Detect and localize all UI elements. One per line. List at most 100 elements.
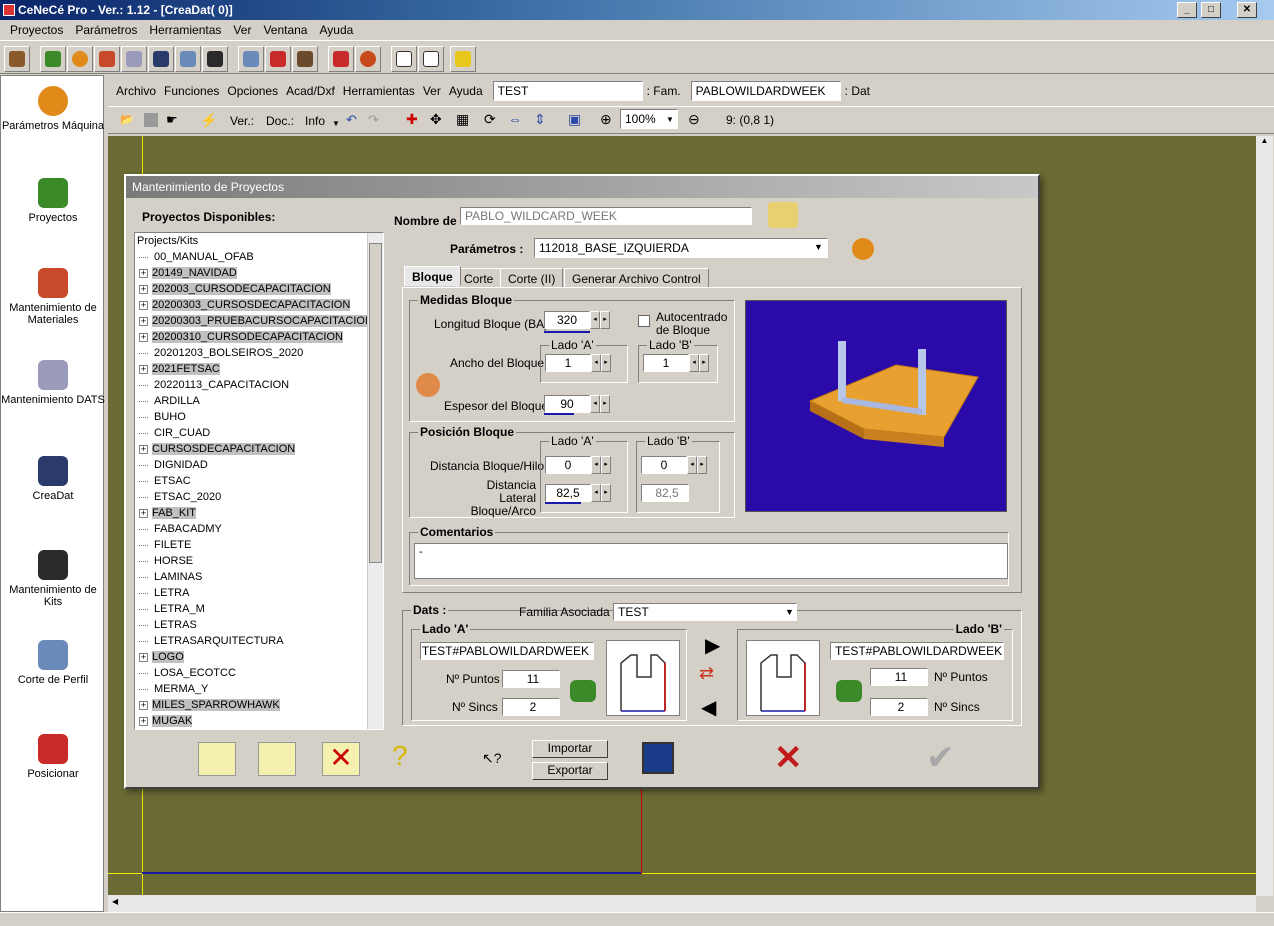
tree-item[interactable]: LETRASARQUITECTURA [135, 633, 284, 649]
materials-button[interactable] [94, 46, 120, 72]
expand-icon[interactable]: + [139, 284, 148, 294]
spin-left-icon[interactable]: ◂ [590, 311, 600, 329]
zoom-in-icon[interactable]: ⊕ [600, 111, 612, 128]
menu-ver-inner[interactable]: Ver [419, 84, 445, 98]
stop-icon[interactable] [144, 113, 158, 127]
hand-icon[interactable]: ☛ [166, 112, 178, 128]
copy-project-icon[interactable] [258, 742, 296, 776]
spin-right-icon[interactable]: ▸ [699, 354, 709, 372]
dist-a-value[interactable]: 0 [545, 456, 591, 474]
sidebar-item-parametros[interactable]: Parámetros Máquina [1, 86, 105, 132]
window-button[interactable] [391, 46, 417, 72]
spin-left-icon[interactable]: ◂ [689, 354, 699, 372]
params-button[interactable] [67, 46, 93, 72]
spin-left-icon[interactable]: ◂ [591, 484, 601, 502]
menu-proyectos[interactable]: Proyectos [4, 23, 69, 37]
ancho-a-spinner[interactable]: 1 ◂ ▸ [545, 354, 611, 372]
longitud-value[interactable]: 320 [544, 311, 590, 329]
longitud-spinner[interactable]: 320 ◂ ▸ [544, 311, 610, 329]
sidebar-item-posicionar[interactable]: Posicionar [1, 734, 105, 780]
tree-item[interactable]: 20220113_CAPACITACION [135, 377, 289, 393]
tree-item[interactable]: + FAB_KIT [135, 505, 197, 521]
tree-item[interactable]: LETRAS [135, 617, 197, 633]
tree-item[interactable]: MERMA_Y [135, 681, 208, 697]
expand-icon[interactable]: + [139, 700, 148, 710]
tab-corte-ii[interactable]: Corte (II) [500, 268, 564, 288]
spin-right-icon[interactable]: ▸ [601, 354, 611, 372]
home-button[interactable] [292, 46, 318, 72]
espesor-slider[interactable] [544, 413, 574, 415]
ancho-b-value[interactable]: 1 [643, 354, 689, 372]
undo-icon[interactable]: ↶ [346, 112, 357, 128]
tree-item[interactable]: + MILES_SPARROWHAWK [135, 697, 280, 713]
sidebar-item-kits[interactable]: Mantenimiento de Kits [1, 550, 105, 608]
tab-corte[interactable]: Corte [456, 268, 502, 288]
zoom-out-icon[interactable]: ⊖ [688, 111, 700, 128]
ancho-b-spinner[interactable]: 1 ◂ ▸ [643, 354, 709, 372]
expand-icon[interactable]: + [139, 316, 148, 326]
context-help-icon[interactable]: ↖? [482, 750, 502, 767]
expand-icon[interactable]: + [139, 364, 148, 374]
help-button[interactable] [450, 46, 476, 72]
lat-a-slider[interactable] [545, 502, 581, 504]
kits-button[interactable] [202, 46, 228, 72]
rotate-icon[interactable]: ⟳ [484, 111, 496, 128]
crosshair-icon[interactable]: ✚ [406, 111, 418, 128]
sidebar-item-materiales[interactable]: Mantenimiento de Materiales [1, 268, 105, 326]
swap-icon[interactable]: ⇄ [699, 663, 714, 684]
accept-icon[interactable]: ✔ [926, 738, 955, 778]
tree-item[interactable]: HORSE [135, 553, 193, 569]
mirror-v-icon[interactable]: ⇕ [534, 111, 546, 128]
exit-button[interactable] [4, 46, 30, 72]
spin-left-icon[interactable]: ◂ [591, 354, 601, 372]
familia-dropdown-icon[interactable]: ▼ [785, 607, 794, 617]
tree-item[interactable]: +20200303_CURSOSDECAPACITACION [135, 297, 351, 313]
tree-item[interactable]: FILETE [135, 537, 191, 553]
family-field[interactable]: TEST [492, 81, 643, 101]
comentarios-textarea[interactable]: - [414, 543, 1008, 579]
grid-icon[interactable]: ▦ [456, 111, 469, 128]
tree-item[interactable]: ETSAC_2020 [135, 489, 221, 505]
gear2-button[interactable] [355, 46, 381, 72]
importar-button[interactable]: Importar [532, 740, 608, 758]
parametros-select[interactable]: 112018_BASE_IZQUIERDA [534, 238, 828, 258]
menu-ayuda[interactable]: Ayuda [313, 23, 359, 37]
tree-item[interactable]: 00_MANUAL_OFAB [135, 249, 254, 265]
projects-button[interactable] [40, 46, 66, 72]
spin-left-icon[interactable]: ◂ [687, 456, 697, 474]
info-dropdown-icon[interactable]: ▼ [332, 119, 340, 128]
folder-icon[interactable] [570, 680, 596, 702]
spin-left-icon[interactable]: ◂ [590, 395, 600, 413]
tab-bloque[interactable]: Bloque [404, 266, 461, 286]
mirror-h-icon[interactable]: ⇔ [508, 111, 522, 127]
save-icon[interactable] [642, 742, 674, 774]
expand-icon[interactable]: + [139, 716, 148, 726]
menu-opciones[interactable]: Opciones [223, 84, 282, 98]
familia-select[interactable]: TEST [613, 603, 797, 621]
tree-item[interactable]: LAMINAS [135, 569, 202, 585]
tree-item[interactable]: LETRA [135, 585, 189, 601]
move-icon[interactable]: ✥ [430, 111, 442, 128]
exportar-button[interactable]: Exportar [532, 762, 608, 780]
tree-root[interactable]: Projects/Kits [137, 233, 198, 249]
expand-icon[interactable]: + [139, 268, 148, 278]
nombre-field[interactable]: PABLO_WILDCARD_WEEK [460, 207, 752, 225]
tree-item[interactable]: +20200303_PRUEBACURSOCAPACITACION [135, 313, 373, 329]
expand-icon[interactable]: + [139, 508, 148, 518]
edit-name-icon[interactable] [768, 202, 798, 228]
dist-a-spinner[interactable]: 0 ◂ ▸ [545, 456, 611, 474]
view3d-button[interactable] [328, 46, 354, 72]
menu-funciones[interactable]: Funciones [160, 84, 223, 98]
parametros-dropdown-icon[interactable]: ▼ [814, 242, 823, 252]
spin-right-icon[interactable]: ▸ [600, 311, 610, 329]
canvas-horizontal-scrollbar[interactable]: ◀ [108, 895, 1256, 912]
menu-herramientas-inner[interactable]: Herramientas [339, 84, 419, 98]
tree-item[interactable]: FABACADMY [135, 521, 222, 537]
projects-tree[interactable]: Projects/Kits 00_MANUAL_OFAB +20149_NAVID… [134, 232, 384, 730]
expand-icon[interactable]: + [139, 332, 148, 342]
tree-item[interactable]: + CURSOSDECAPACITACION [135, 441, 296, 457]
sidebar-item-creadat[interactable]: CreaDat [1, 456, 105, 502]
lat-a-spinner[interactable]: 82,5 ◂ ▸ [545, 484, 611, 502]
dats-a-file[interactable]: TEST#PABLOWILDARDWEEK [420, 642, 594, 660]
new-project-icon[interactable] [198, 742, 236, 776]
